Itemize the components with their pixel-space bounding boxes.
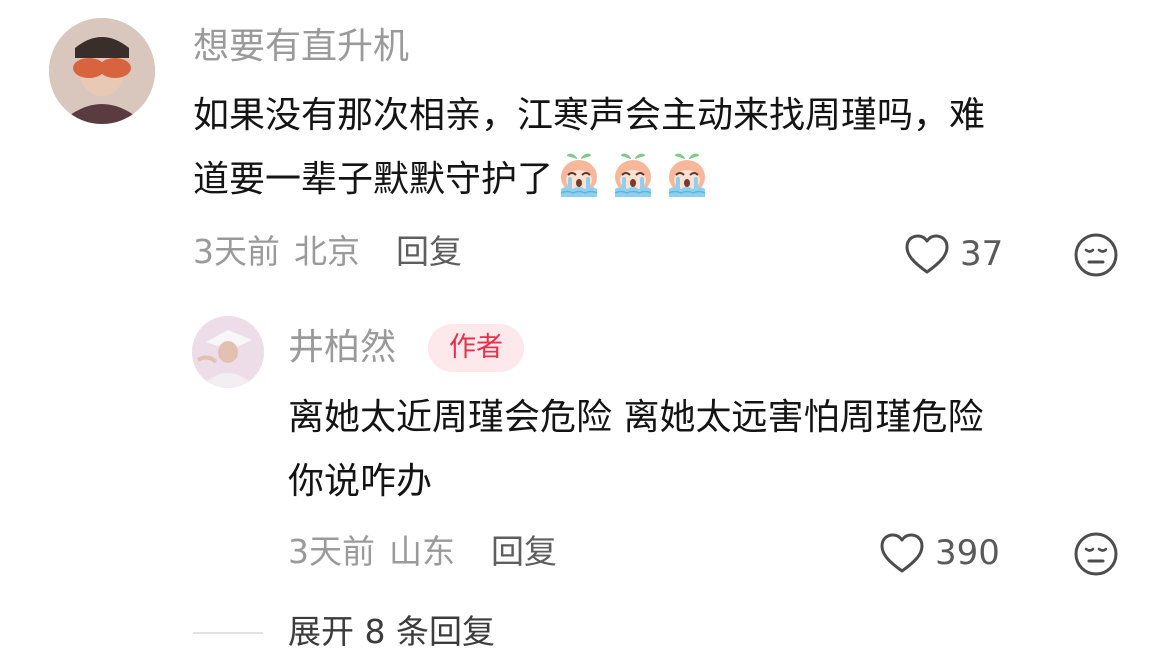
reply-text: 离她太近周瑾会危险 离她太远害怕周瑾危险 你说咋办 bbox=[288, 386, 1158, 514]
reply-time: 3天前 bbox=[288, 532, 375, 571]
comment-like-count: 37 bbox=[960, 234, 1004, 274]
heart-icon bbox=[880, 533, 924, 573]
heart-icon bbox=[905, 234, 949, 274]
author-badge: 作者 bbox=[428, 324, 524, 372]
crying-emoji-icon bbox=[661, 149, 713, 201]
reply-like-count: 390 bbox=[935, 533, 1000, 573]
crying-emoji-icon bbox=[607, 149, 659, 201]
author-username[interactable]: 井柏然 bbox=[288, 325, 396, 371]
dislike-face-icon[interactable] bbox=[1073, 232, 1119, 278]
comment-text-line-2: 道要一辈子默默守护了 bbox=[193, 148, 1153, 212]
reply-like-button[interactable]: 390 bbox=[879, 532, 1000, 574]
crying-emoji-icon bbox=[553, 149, 605, 201]
dislike-face-icon[interactable] bbox=[1073, 531, 1119, 577]
expand-replies-button[interactable]: 展开 8 条回复 bbox=[288, 609, 495, 655]
reply-text-line-2: 你说咋办 bbox=[288, 461, 433, 502]
comment-reply-button[interactable]: 回复 bbox=[396, 232, 462, 271]
comment-time: 3天前 bbox=[193, 232, 280, 271]
comment-location: 北京 bbox=[294, 232, 360, 271]
expand-divider bbox=[193, 632, 263, 634]
commenter-avatar[interactable] bbox=[49, 18, 155, 124]
reply-location: 山东 bbox=[389, 532, 455, 571]
reply-reply-button[interactable]: 回复 bbox=[491, 532, 557, 571]
comment-text-line-1: 如果没有那次相亲，江寒声会主动来找周瑾吗，难 bbox=[193, 95, 986, 136]
reply-text-line-1: 离她太近周瑾会危险 离她太远害怕周瑾危险 bbox=[288, 397, 984, 438]
commenter-username[interactable]: 想要有直升机 bbox=[193, 24, 409, 70]
author-avatar[interactable] bbox=[192, 316, 264, 388]
reply-meta: 3天前 山东 回复 bbox=[288, 530, 557, 574]
comment-text-line-2-content: 道要一辈子默默守护了 bbox=[193, 159, 554, 200]
comment-text: 如果没有那次相亲，江寒声会主动来找周瑾吗，难 道要一辈子默默守护了 bbox=[193, 84, 1153, 212]
comment-like-button[interactable]: 37 bbox=[904, 233, 1003, 275]
comment-meta: 3天前 北京 回复 bbox=[193, 230, 462, 274]
